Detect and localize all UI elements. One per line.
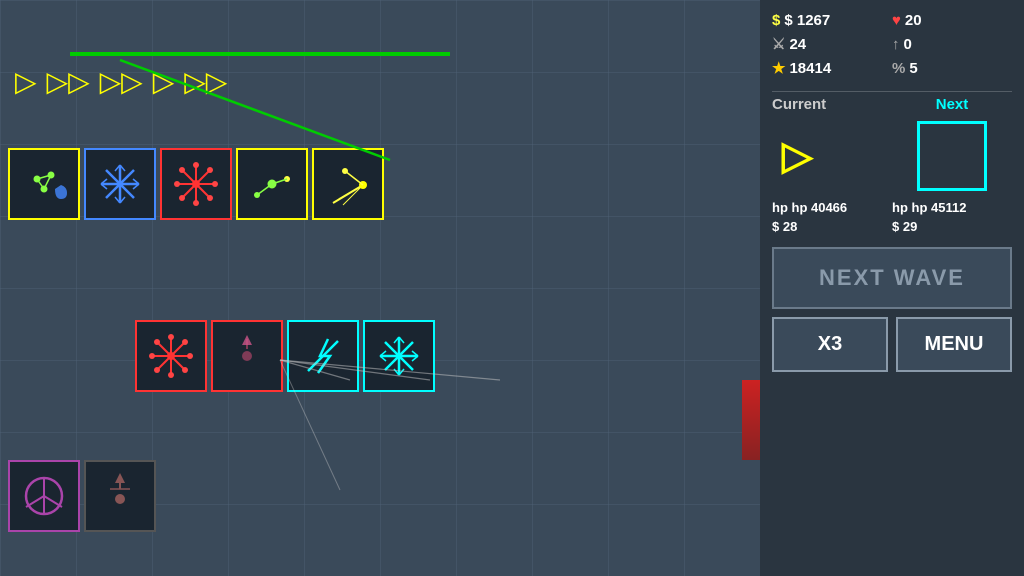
up-arrow-icon: ↑	[892, 36, 900, 53]
menu-button[interactable]: MENU	[896, 317, 1012, 372]
percent-icon: %	[892, 60, 905, 77]
enemy-arrow-5: ▷▷	[184, 68, 227, 96]
sword-stat: ⚔ 24	[772, 33, 892, 55]
stats-grid: $ $ 1267 ♥ 20 ⚔ 24 ↑ 0 ★ 18414 % 5	[772, 10, 1012, 79]
tower-cell-3[interactable]	[160, 148, 232, 220]
sword-icon: ⚔	[772, 35, 785, 53]
current-hp: hp hp 40466	[772, 199, 892, 216]
tower-cell-5[interactable]	[312, 148, 384, 220]
enemy-arrow-4: ▷	[153, 68, 175, 96]
money-value: $ 1267	[784, 12, 830, 29]
tower-cell-m1[interactable]	[135, 320, 207, 392]
next-label: Next	[892, 96, 1012, 113]
next-wave-box	[917, 121, 987, 191]
tower-cell-4[interactable]	[236, 148, 308, 220]
percent-value: 5	[909, 60, 917, 77]
tower-cell-b2[interactable]	[84, 460, 156, 532]
tower-cell-b1[interactable]	[8, 460, 80, 532]
divider-1	[772, 91, 1012, 92]
sword-value: 24	[789, 36, 806, 53]
current-label: Current	[772, 96, 892, 113]
tower-cell-m4[interactable]	[363, 320, 435, 392]
tower-cell-m3[interactable]	[287, 320, 359, 392]
current-cost: $ 28	[772, 218, 892, 235]
percent-stat: % 5	[892, 57, 1012, 79]
tower-row-middle	[135, 320, 435, 392]
tower-cell-2[interactable]	[84, 148, 156, 220]
x3-button[interactable]: X3	[772, 317, 888, 372]
hearts-stat: ♥ 20	[892, 10, 1012, 31]
enemy-arrow-1: ▷	[15, 68, 37, 96]
sidebar: $ $ 1267 ♥ 20 ⚔ 24 ↑ 0 ★ 18414 % 5 Curre…	[760, 0, 1024, 576]
tower-row-bottom	[8, 460, 156, 532]
money-stat: $ $ 1267	[772, 10, 892, 31]
next-hp: hp hp 45112	[892, 199, 1012, 216]
tower-cell-m2[interactable]	[211, 320, 283, 392]
star-value: 18414	[789, 60, 831, 77]
wave-stats: hp hp 40466 hp hp 45112 $ 28 $ 29	[772, 199, 1012, 235]
enemy-arrow-3: ▷▷	[100, 68, 143, 96]
game-area: ▷ ▷▷ ▷▷ ▷ ▷▷	[0, 0, 760, 576]
hearts-value: 20	[905, 12, 922, 29]
path-indicator	[70, 52, 450, 56]
health-bar	[742, 380, 760, 460]
next-cost: $ 29	[892, 218, 1012, 235]
bottom-buttons: X3 MENU	[772, 317, 1012, 372]
tower-row-top	[8, 148, 384, 220]
next-wave-button[interactable]: NEXT WAVE	[772, 247, 1012, 309]
current-next-header: Current Next	[772, 96, 1012, 113]
star-icon: ★	[772, 59, 785, 77]
enemy-arrow-2: ▷▷	[47, 68, 90, 96]
current-wave-arrow: ▷	[772, 133, 892, 179]
tower-cell-1[interactable]	[8, 148, 80, 220]
heart-icon: ♥	[892, 12, 901, 29]
arrow-value: 0	[904, 36, 912, 53]
wave-display: ▷	[772, 121, 1012, 191]
money-icon: $	[772, 12, 780, 29]
enemy-arrow-row: ▷ ▷▷ ▷▷ ▷ ▷▷	[15, 68, 227, 96]
star-stat: ★ 18414	[772, 57, 892, 79]
arrow-stat: ↑ 0	[892, 33, 1012, 55]
